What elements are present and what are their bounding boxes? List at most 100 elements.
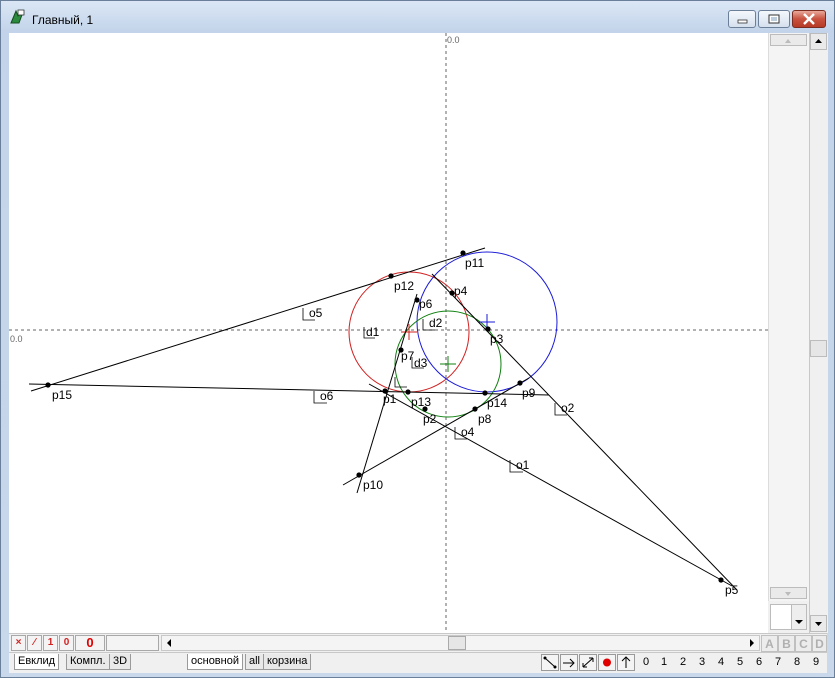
tab-complex[interactable]: Компл. <box>66 654 110 670</box>
point-p12[interactable] <box>388 273 394 279</box>
bottom-tabs-bar: Евклид Компл. 3D основной all корзина 0 … <box>9 652 827 673</box>
point-label-p15: p15 <box>52 388 72 402</box>
arrow-left-icon[interactable] <box>164 638 174 648</box>
point-p14[interactable] <box>482 390 488 396</box>
digit-6[interactable]: 6 <box>752 656 766 668</box>
up-tool-button[interactable] <box>617 654 635 671</box>
minimize-icon <box>737 19 748 24</box>
point-label-p4: p4 <box>454 284 468 298</box>
y-axis-label: 0.0 <box>447 35 460 45</box>
point-p8[interactable] <box>472 406 478 412</box>
circle-label-d3: d3 <box>414 356 428 370</box>
tab-main-layer[interactable]: основной <box>187 654 243 670</box>
layer-dropdown[interactable] <box>770 604 807 630</box>
red-dot-icon <box>603 658 611 667</box>
scroll-up-button[interactable] <box>770 34 807 46</box>
right-scrollbar[interactable] <box>809 33 828 633</box>
line-o6[interactable] <box>28 383 550 396</box>
digit-3[interactable]: 3 <box>695 656 709 668</box>
line-label-o6: o6 <box>320 389 334 403</box>
digit-4[interactable]: 4 <box>714 656 728 668</box>
title-bar: Главный, 1 <box>1 1 834 31</box>
point-label-p10: p10 <box>363 478 383 492</box>
chevron-down-icon <box>795 620 803 624</box>
diagonal-tool-button[interactable] <box>579 654 597 671</box>
layer-a-button[interactable]: A <box>761 635 778 652</box>
circle-label-d2: d2 <box>429 316 443 330</box>
line-label-o5: o5 <box>309 306 323 320</box>
bottom-toolbar: × ∕ 1 0 0 A B C D <box>9 633 827 653</box>
window-title: Главный, 1 <box>32 13 94 27</box>
digit-7[interactable]: 7 <box>771 656 785 668</box>
point-label-p13: p13 <box>411 395 431 409</box>
maximize-button[interactable] <box>758 10 790 28</box>
point-label-p3: p3 <box>490 332 504 346</box>
point-p3[interactable] <box>485 326 491 332</box>
point-p13[interactable] <box>405 389 411 395</box>
point-label-p5: p5 <box>725 583 739 597</box>
point-p10[interactable] <box>356 472 362 478</box>
point-label-p11: p11 <box>465 256 484 270</box>
restore-icon <box>768 14 780 24</box>
horizontal-scrollbar[interactable] <box>161 635 760 651</box>
point-p15[interactable] <box>45 382 51 388</box>
geometry-drawing[interactable]: 0.0 0.0 p1p2p3p4p5p6p7p8p9p10p11p12p13 p… <box>9 33 768 633</box>
arrow-up-icon <box>785 39 791 43</box>
vertical-scroll-area <box>768 33 810 633</box>
digit-0[interactable]: 0 <box>639 656 653 668</box>
point-tool-button[interactable] <box>598 654 616 671</box>
point-p5[interactable] <box>718 577 724 583</box>
arrow-up-icon <box>621 656 631 668</box>
point-label-p6: p6 <box>419 297 433 311</box>
lines <box>28 247 738 591</box>
tab-trash[interactable]: корзина <box>263 654 312 670</box>
tab-euclid[interactable]: Евклид <box>14 654 60 670</box>
digit-1[interactable]: 1 <box>657 656 671 668</box>
delete-tool-button[interactable]: × <box>11 635 26 651</box>
one-button[interactable]: 1 <box>43 635 58 651</box>
minimize-button[interactable] <box>728 10 756 28</box>
line-o2[interactable] <box>431 273 738 591</box>
close-icon <box>803 13 815 25</box>
digit-8[interactable]: 8 <box>790 656 804 668</box>
digit-9[interactable]: 9 <box>809 656 823 668</box>
line-tool-button[interactable]: ∕ <box>27 635 42 651</box>
point-p11[interactable] <box>460 250 466 256</box>
point-label-p8: p8 <box>478 412 492 426</box>
arrow-down-icon <box>785 592 791 596</box>
segment-tool-button[interactable] <box>541 654 559 671</box>
arrow-right-icon[interactable] <box>747 638 757 648</box>
point-label-p7: p7 <box>401 349 415 363</box>
right-scroll-thumb[interactable] <box>810 340 827 357</box>
scroll-down-button[interactable] <box>770 587 807 599</box>
blank-button[interactable] <box>106 635 159 651</box>
layer-d-button[interactable]: D <box>812 635 827 652</box>
main-window: Главный, 1 0.0 0.0 p1 p2 p3 p4 p5 p6 p7 … <box>0 0 835 678</box>
arrow-tool-button[interactable] <box>560 654 578 671</box>
point-label-p1: p1 <box>383 392 397 406</box>
vertical-scrollbar-track[interactable] <box>768 33 810 601</box>
drawing-canvas[interactable]: 0.0 0.0 p1 p2 p3 p4 p5 p6 p7 p8 p9 p10 p… <box>9 33 768 633</box>
point-label-p2: p2 <box>423 412 437 426</box>
point-p9[interactable] <box>517 380 523 386</box>
zero-small-button[interactable]: 0 <box>59 635 74 651</box>
digit-5[interactable]: 5 <box>733 656 747 668</box>
tab-3d[interactable]: 3D <box>109 654 132 670</box>
line-o4[interactable] <box>342 377 530 486</box>
arrow-down-icon <box>815 622 822 626</box>
x-axis-label: 0.0 <box>10 334 23 344</box>
app-icon <box>10 9 25 24</box>
right-scroll-down[interactable] <box>810 615 827 632</box>
zero-big-button[interactable]: 0 <box>75 635 105 651</box>
tab-all[interactable]: all <box>245 654 265 670</box>
arrow-up-icon <box>815 39 822 43</box>
layer-c-button[interactable]: C <box>795 635 812 652</box>
segment-icon <box>543 656 557 669</box>
layer-b-button[interactable]: B <box>778 635 795 652</box>
horizontal-scroll-thumb[interactable] <box>448 636 466 650</box>
point-label-p14: p14 <box>487 396 507 410</box>
digit-2[interactable]: 2 <box>676 656 690 668</box>
center-green <box>440 356 456 372</box>
close-button[interactable] <box>792 10 826 28</box>
right-scroll-up[interactable] <box>810 33 827 50</box>
